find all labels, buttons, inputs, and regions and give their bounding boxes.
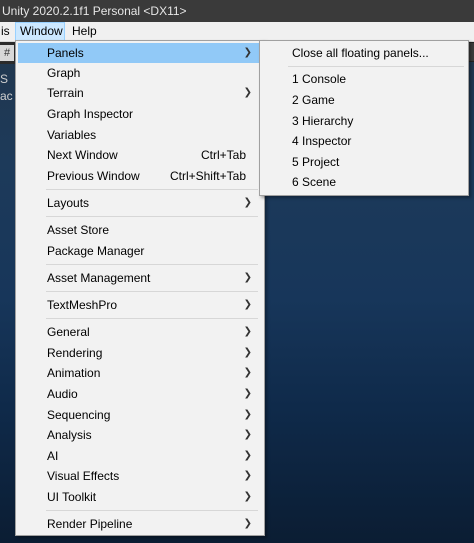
chevron-right-icon: ❯ — [243, 326, 252, 337]
submenu-item-label: 1 Console — [292, 72, 347, 86]
menu-separator — [46, 291, 258, 292]
window-menu: Panels ❯ Graph Terrain ❯ Graph Inspector… — [15, 40, 265, 536]
menu-item-label: Animation — [47, 366, 101, 380]
submenu-item-label: 2 Game — [292, 93, 335, 107]
menu-item-layouts[interactable]: Layouts ❯ — [18, 193, 262, 213]
menu-item-label: Graph — [47, 66, 81, 80]
chevron-right-icon: ❯ — [243, 409, 252, 420]
menu-item-label: Variables — [47, 128, 97, 142]
submenu-item-label: 6 Scene — [292, 175, 337, 189]
menu-item-rendering[interactable]: Rendering ❯ — [18, 343, 262, 363]
chevron-right-icon: ❯ — [243, 87, 252, 98]
window-titlebar: Unity 2020.2.1f1 Personal <DX11> — [0, 0, 474, 22]
chevron-right-icon: ❯ — [243, 491, 252, 502]
menu-item-label: Asset Store — [47, 223, 110, 237]
menu-item-label: Audio — [47, 387, 78, 401]
submenu-item-hierarchy[interactable]: 3 Hierarchy — [262, 111, 466, 131]
menubar-item-label: Window — [20, 24, 63, 38]
submenu-item-inspector[interactable]: 4 Inspector — [262, 131, 466, 151]
menu-item-visual-effects[interactable]: Visual Effects ❯ — [18, 466, 262, 486]
menu-item-label: Package Manager — [47, 244, 145, 258]
submenu-item-close-floating-panels[interactable]: Close all floating panels... — [262, 43, 466, 63]
menu-item-general[interactable]: General ❯ — [18, 322, 262, 342]
background-text: ac — [0, 89, 13, 103]
menu-item-label: Asset Management — [47, 271, 151, 285]
menubar-item-help[interactable]: Help — [68, 22, 101, 41]
menu-separator — [46, 264, 258, 265]
menu-item-next-window[interactable]: Next Window Ctrl+Tab — [18, 145, 262, 165]
menu-item-label: Rendering — [47, 346, 103, 360]
menu-item-label: Analysis — [47, 428, 92, 442]
menu-item-textmeshpro[interactable]: TextMeshPro ❯ — [18, 295, 262, 315]
menubar: is Window Help — [0, 22, 474, 42]
submenu-item-project[interactable]: 5 Project — [262, 152, 466, 172]
menu-item-package-manager[interactable]: Package Manager — [18, 241, 262, 261]
menu-item-animation[interactable]: Animation ❯ — [18, 363, 262, 383]
menu-item-label: TextMeshPro — [47, 298, 118, 312]
chevron-right-icon: ❯ — [243, 197, 252, 208]
chevron-right-icon: ❯ — [243, 299, 252, 310]
menu-item-graph-inspector[interactable]: Graph Inspector — [18, 104, 262, 124]
menu-item-analysis[interactable]: Analysis ❯ — [18, 425, 262, 445]
menu-item-label: General — [47, 325, 90, 339]
background-text: S — [0, 72, 9, 86]
menu-item-ui-toolkit[interactable]: UI Toolkit ❯ — [18, 487, 262, 507]
menu-item-shortcut: Ctrl+Tab — [200, 148, 246, 162]
menu-item-label: Next Window — [47, 148, 118, 162]
menu-item-graph[interactable]: Graph — [18, 63, 262, 83]
chevron-right-icon: ❯ — [243, 347, 252, 358]
menubar-item-label: is — [1, 24, 10, 38]
chevron-right-icon: ❯ — [243, 367, 252, 378]
menubar-item-label: Help — [72, 24, 97, 38]
menu-separator — [46, 318, 258, 319]
menu-item-shortcut: Ctrl+Shift+Tab — [169, 169, 246, 183]
menu-item-previous-window[interactable]: Previous Window Ctrl+Shift+Tab — [18, 166, 262, 186]
toolbar-strip: # — [0, 42, 16, 64]
menu-separator — [46, 216, 258, 217]
menu-item-audio[interactable]: Audio ❯ — [18, 384, 262, 404]
menu-item-label: Sequencing — [47, 408, 111, 422]
chevron-right-icon: ❯ — [243, 470, 252, 481]
menu-item-asset-store[interactable]: Asset Store — [18, 220, 262, 240]
menu-item-label: Terrain — [47, 86, 84, 100]
menu-item-label: Previous Window — [47, 169, 140, 183]
menu-separator — [46, 510, 258, 511]
chevron-right-icon: ❯ — [243, 272, 252, 283]
menu-item-label: Panels — [47, 46, 84, 60]
chevron-right-icon: ❯ — [243, 450, 252, 461]
submenu-separator — [288, 66, 464, 67]
panels-submenu: Close all floating panels... 1 Console 2… — [259, 40, 469, 196]
menu-item-render-pipeline[interactable]: Render Pipeline ❯ — [18, 514, 262, 534]
hash-icon[interactable]: # — [0, 45, 14, 61]
window-title: Unity 2020.2.1f1 Personal <DX11> — [2, 4, 187, 18]
menu-item-label: Graph Inspector — [47, 107, 134, 121]
menu-item-sequencing[interactable]: Sequencing ❯ — [18, 405, 262, 425]
chevron-right-icon: ❯ — [243, 429, 252, 440]
menu-item-label: Render Pipeline — [47, 517, 133, 531]
menu-item-label: Visual Effects — [47, 469, 120, 483]
chevron-right-icon: ❯ — [243, 47, 252, 58]
submenu-item-game[interactable]: 2 Game — [262, 90, 466, 110]
menu-item-asset-management[interactable]: Asset Management ❯ — [18, 268, 262, 288]
menubar-item-window[interactable]: Window — [15, 22, 65, 41]
menu-item-label: UI Toolkit — [47, 490, 97, 504]
unity-editor-screen: Unity 2020.2.1f1 Personal <DX11> is Wind… — [0, 0, 474, 543]
submenu-item-label: 4 Inspector — [292, 134, 352, 148]
menu-item-variables[interactable]: Variables — [18, 125, 262, 145]
submenu-item-label: 3 Hierarchy — [292, 114, 354, 128]
menu-item-ai[interactable]: AI ❯ — [18, 446, 262, 466]
menu-item-terrain[interactable]: Terrain ❯ — [18, 83, 262, 103]
menu-item-panels[interactable]: Panels ❯ — [18, 43, 262, 63]
chevron-right-icon: ❯ — [243, 388, 252, 399]
chevron-right-icon: ❯ — [243, 518, 252, 529]
submenu-item-label: Close all floating panels... — [292, 46, 429, 60]
menubar-item-partial[interactable]: is — [0, 22, 14, 41]
submenu-item-scene[interactable]: 6 Scene — [262, 172, 466, 192]
submenu-item-label: 5 Project — [292, 155, 340, 169]
menu-item-label: AI — [47, 449, 59, 463]
submenu-item-console[interactable]: 1 Console — [262, 69, 466, 89]
menu-item-label: Layouts — [47, 196, 90, 210]
menu-separator — [46, 189, 258, 190]
